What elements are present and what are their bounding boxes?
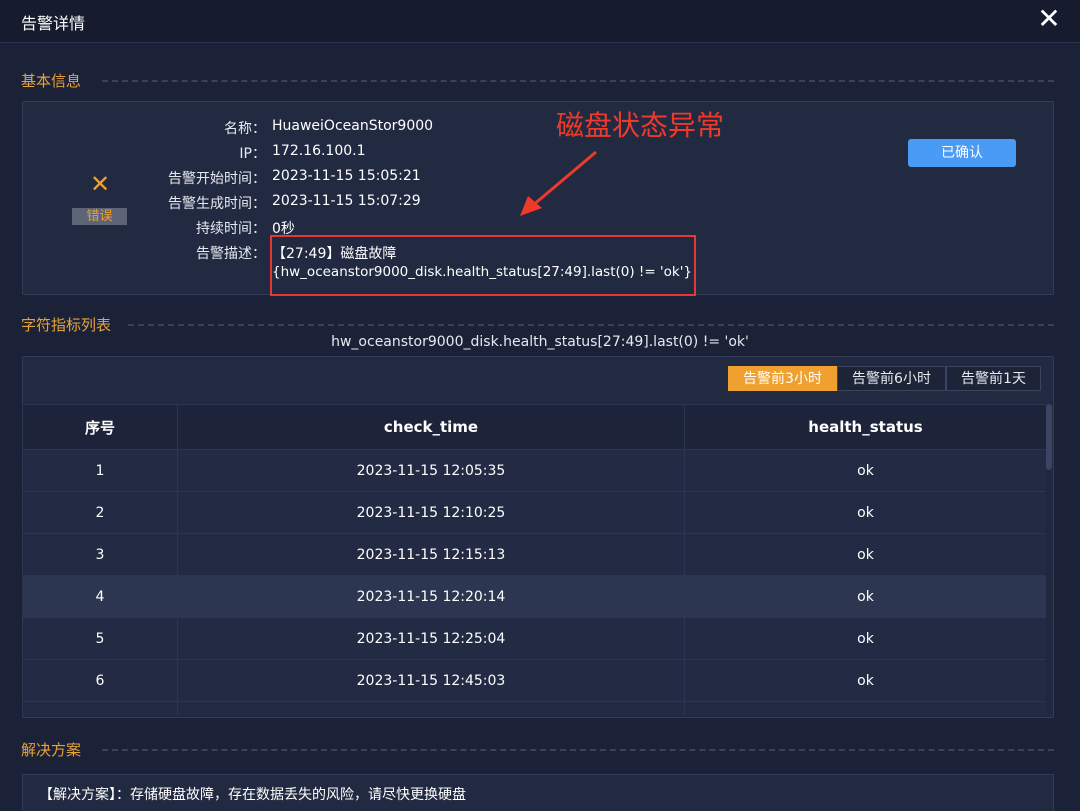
column-header-health-status[interactable]: health_status <box>684 404 1046 450</box>
metric-expression-caption: hw_oceanstor9000_disk.health_status[27:4… <box>331 334 749 350</box>
metrics-table: 序号 check_time health_status 1 2023-11-15… <box>22 404 1046 715</box>
cell-index: 2 <box>22 491 178 534</box>
table-row-hovered[interactable]: 4 2023-11-15 12:20:14 ok <box>22 575 1046 618</box>
table-row-partial <box>22 701 1046 715</box>
annotation-highlight-box <box>270 235 696 296</box>
table-row[interactable]: 1 2023-11-15 12:05:35 ok <box>22 449 1046 492</box>
cell-index: 5 <box>22 617 178 660</box>
field-value-start-time: 2023-11-15 15:05:21 <box>272 168 421 184</box>
cell-check-time: 2023-11-15 12:05:35 <box>177 449 685 492</box>
error-x-icon: ✕ <box>89 170 111 198</box>
table-row[interactable]: 2 2023-11-15 12:10:25 ok <box>22 491 1046 534</box>
section-divider <box>128 324 1054 326</box>
column-header-check-time[interactable]: check_time <box>177 404 685 450</box>
cell-index: 6 <box>22 659 178 702</box>
cell-check-time: 2023-11-15 12:15:13 <box>177 533 685 576</box>
cell-health-status: ok <box>684 575 1046 618</box>
section-title-solution: 解决方案 <box>21 741 82 759</box>
cell-check-time: 2023-11-15 12:10:25 <box>177 491 685 534</box>
dialog-title-bar: 告警详情 ✕ <box>0 0 1080 43</box>
dialog-title: 告警详情 <box>21 14 86 33</box>
section-divider <box>102 80 1054 82</box>
field-label-description: 告警描述： <box>196 246 266 262</box>
tab-3-hours-before[interactable]: 告警前3小时 <box>728 366 837 391</box>
table-row[interactable]: 6 2023-11-15 12:45:03 ok <box>22 659 1046 702</box>
status-badge: 错误 <box>72 208 127 225</box>
field-label-ip: IP： <box>239 146 266 162</box>
annotation-text: 磁盘状态异常 <box>556 109 725 142</box>
cell-index: 1 <box>22 449 178 492</box>
cell-health-status: ok <box>684 449 1046 492</box>
field-value-ip: 172.16.100.1 <box>272 143 366 159</box>
field-value-generated-time: 2023-11-15 15:07:29 <box>272 193 421 209</box>
annotation-arrow-icon <box>520 150 597 216</box>
tab-1-day-before[interactable]: 告警前1天 <box>946 366 1041 391</box>
confirmed-button[interactable]: 已确认 <box>908 139 1016 167</box>
cell-check-time: 2023-11-15 12:45:03 <box>177 659 685 702</box>
cell-health-status: ok <box>684 659 1046 702</box>
section-divider <box>102 749 1054 751</box>
cell-index: 3 <box>22 533 178 576</box>
table-row[interactable]: 5 2023-11-15 12:25:04 ok <box>22 617 1046 660</box>
field-label-generated-time: 告警生成时间： <box>168 196 266 212</box>
solution-text: 【解决方案】：存储硬盘故障，存在数据丢失的风险，请尽快更换硬盘 <box>39 787 466 803</box>
table-scrollbar-thumb[interactable] <box>1046 404 1052 470</box>
tab-6-hours-before[interactable]: 告警前6小时 <box>837 366 946 391</box>
field-label-name: 名称： <box>224 121 266 137</box>
field-label-duration: 持续时间： <box>196 221 266 237</box>
cell-health-status: ok <box>684 617 1046 660</box>
column-header-index[interactable]: 序号 <box>22 404 178 450</box>
cell-check-time: 2023-11-15 12:25:04 <box>177 617 685 660</box>
close-icon[interactable]: ✕ <box>1036 5 1062 34</box>
cell-health-status: ok <box>684 533 1046 576</box>
field-value-name: HuaweiOceanStor9000 <box>272 118 434 134</box>
cell-health-status: ok <box>684 491 1046 534</box>
cell-check-time: 2023-11-15 12:20:14 <box>177 575 685 618</box>
cell-index: 4 <box>22 575 178 618</box>
field-label-start-time: 告警开始时间： <box>168 171 266 187</box>
table-header-row: 序号 check_time health_status <box>22 404 1046 450</box>
section-title-metrics: 字符指标列表 <box>21 316 112 334</box>
section-title-basic-info: 基本信息 <box>21 72 82 90</box>
table-row[interactable]: 3 2023-11-15 12:15:13 ok <box>22 533 1046 576</box>
